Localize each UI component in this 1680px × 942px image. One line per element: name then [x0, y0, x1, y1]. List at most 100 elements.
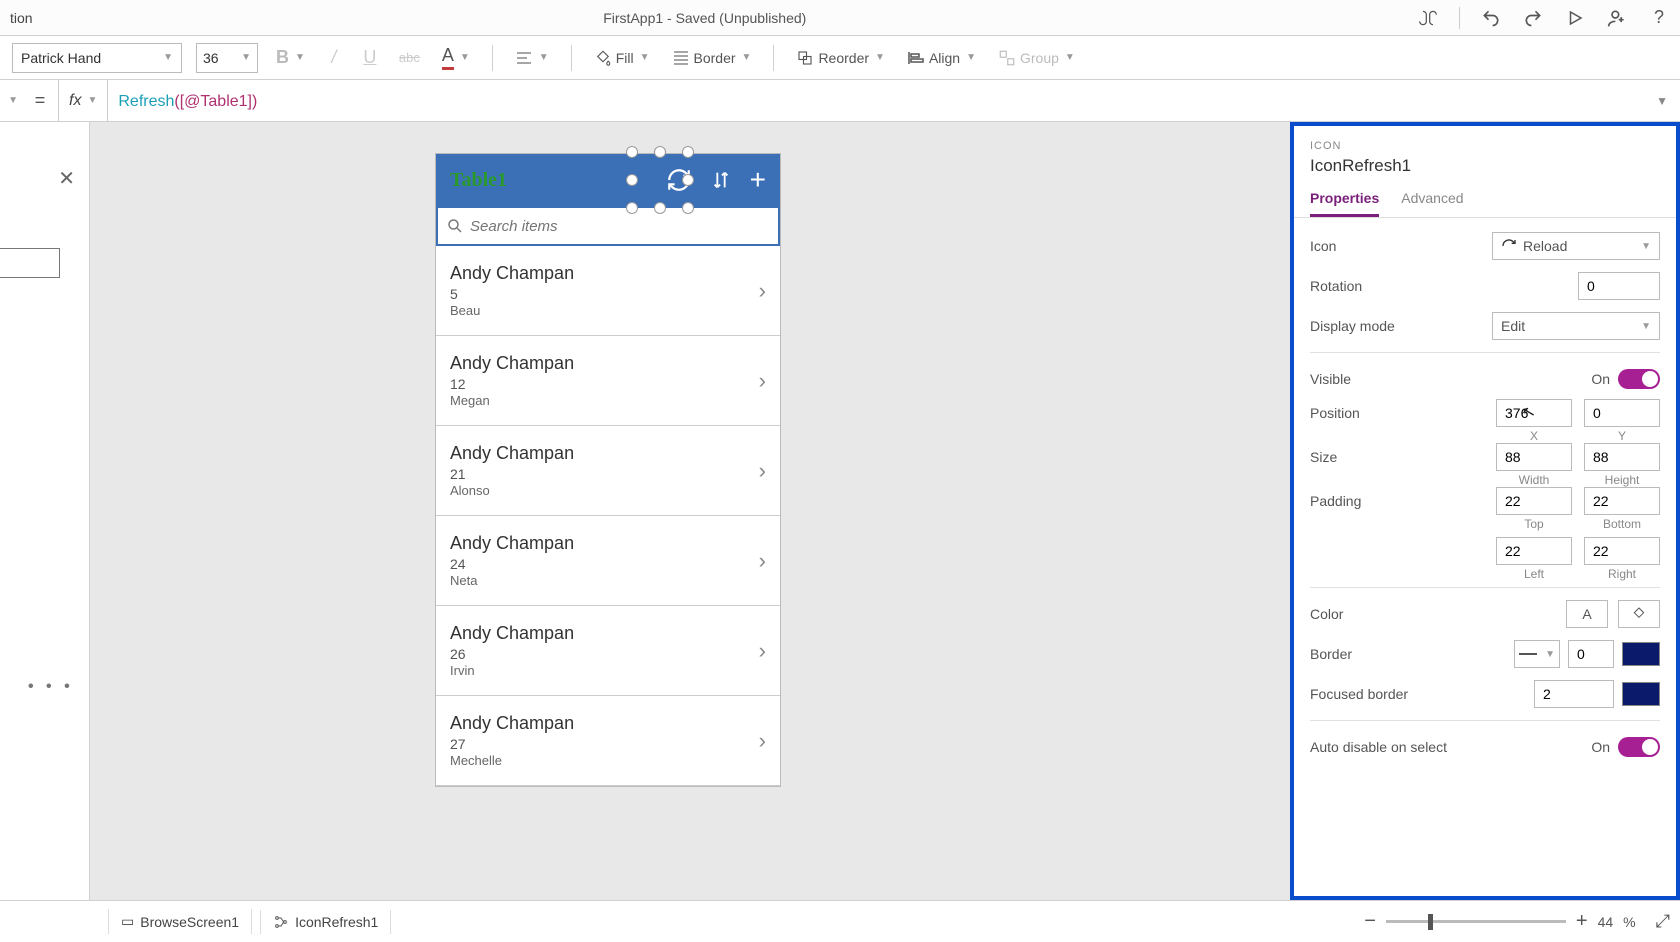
- list-item[interactable]: Andy Champan 21 Alonso ›: [436, 426, 780, 516]
- list-item[interactable]: Andy Champan 27 Mechelle ›: [436, 696, 780, 786]
- item-name: Megan: [450, 393, 574, 408]
- prop-autodisable-label: Auto disable on select: [1310, 739, 1447, 755]
- displaymode-dropdown[interactable]: Edit▼: [1492, 312, 1660, 340]
- list-item[interactable]: Andy Champan 12 Megan ›: [436, 336, 780, 426]
- zoom-in-button[interactable]: +: [1576, 910, 1588, 933]
- app-title: FirstApp1 - Saved (Unpublished): [33, 10, 1417, 26]
- list-item[interactable]: Andy Champan 24 Neta ›: [436, 516, 780, 606]
- strikethrough-button[interactable]: abc: [395, 43, 424, 73]
- item-number: 26: [450, 646, 574, 662]
- prop-rotation-label: Rotation: [1310, 278, 1362, 294]
- tab-advanced[interactable]: Advanced: [1401, 190, 1463, 217]
- icon-dropdown[interactable]: Reload ▼: [1492, 232, 1660, 260]
- reload-icon: [1501, 238, 1517, 254]
- font-dropdown[interactable]: Patrick Hand▼: [12, 43, 182, 73]
- icon-tree-icon: [273, 914, 289, 930]
- status-bar: ▭ BrowseScreen1 IconRefresh1 − + 44 % ⤢: [0, 900, 1680, 942]
- fit-screen-icon[interactable]: ⤢: [1656, 911, 1670, 932]
- align-button[interactable]: Align▼: [903, 43, 980, 73]
- share-icon[interactable]: [1606, 7, 1628, 29]
- app-checker-icon[interactable]: [1417, 7, 1439, 29]
- chevron-right-icon: ›: [759, 728, 766, 754]
- fx-button[interactable]: fx▼: [58, 80, 108, 121]
- autodisable-toggle[interactable]: [1618, 737, 1660, 757]
- play-icon[interactable]: [1564, 7, 1586, 29]
- formula-expand-icon[interactable]: ▼: [1656, 94, 1668, 108]
- left-pane: ✕ • • •: [0, 122, 90, 900]
- bold-button[interactable]: B▼: [272, 43, 309, 73]
- control-name: IconRefresh1: [1310, 156, 1660, 176]
- focusedborder-color-swatch[interactable]: [1622, 682, 1660, 706]
- breadcrumb-control[interactable]: IconRefresh1: [260, 910, 391, 934]
- breadcrumb-screen[interactable]: ▭ BrowseScreen1: [108, 909, 252, 934]
- item-title: Andy Champan: [450, 533, 574, 554]
- title-bar: tion FirstApp1 - Saved (Unpublished) ?: [0, 0, 1680, 36]
- leftpane-thumbnail[interactable]: [0, 248, 60, 278]
- position-x-input[interactable]: [1496, 399, 1572, 427]
- property-dropdown[interactable]: ▼: [8, 95, 22, 106]
- sort-icon[interactable]: [710, 169, 732, 191]
- visible-state: On: [1591, 371, 1610, 387]
- border-style-dropdown[interactable]: ▼: [1514, 640, 1560, 668]
- gallery-title: Table1: [450, 169, 507, 192]
- title-left-fragment: tion: [10, 10, 33, 26]
- fill-color-button[interactable]: [1618, 600, 1660, 628]
- prop-size-label: Size: [1310, 449, 1337, 465]
- control-kind: ICON: [1310, 140, 1660, 152]
- group-button[interactable]: Group▼: [994, 43, 1079, 73]
- search-row[interactable]: [436, 206, 780, 246]
- close-icon[interactable]: ✕: [58, 166, 75, 191]
- design-canvas[interactable]: Table1 +: [90, 122, 1290, 900]
- zoom-out-button[interactable]: −: [1364, 910, 1376, 933]
- undo-icon[interactable]: [1480, 7, 1502, 29]
- list-item[interactable]: Andy Champan 26 Irvin ›: [436, 606, 780, 696]
- item-title: Andy Champan: [450, 443, 574, 464]
- prop-visible-label: Visible: [1310, 371, 1351, 387]
- refresh-icon[interactable]: [666, 167, 692, 193]
- padding-right-input[interactable]: [1584, 537, 1660, 565]
- padding-top-input[interactable]: [1496, 487, 1572, 515]
- text-color-button[interactable]: A: [1566, 600, 1608, 628]
- size-width-input[interactable]: [1496, 443, 1572, 471]
- zoom-percent: 44: [1598, 914, 1614, 930]
- item-number: 24: [450, 556, 574, 572]
- formula-input[interactable]: Refresh([@Table1]): [108, 91, 1672, 111]
- redo-icon[interactable]: [1522, 7, 1544, 29]
- underline-button[interactable]: U: [359, 43, 381, 73]
- border-button[interactable]: Border▼: [668, 43, 756, 73]
- text-align-button[interactable]: ▼: [511, 43, 553, 73]
- italic-button[interactable]: /: [323, 43, 345, 73]
- fontsize-dropdown[interactable]: 36▼: [196, 43, 258, 73]
- autodisable-state: On: [1591, 739, 1610, 755]
- item-name: Alonso: [450, 483, 574, 498]
- padding-bottom-input[interactable]: [1584, 487, 1660, 515]
- border-color-swatch[interactable]: [1622, 642, 1660, 666]
- search-input[interactable]: [470, 218, 770, 235]
- size-height-input[interactable]: [1584, 443, 1660, 471]
- phone-preview: Table1 +: [436, 154, 780, 786]
- border-width-input[interactable]: [1568, 640, 1614, 668]
- visible-toggle[interactable]: [1618, 369, 1660, 389]
- tab-properties[interactable]: Properties: [1310, 190, 1379, 217]
- list-item[interactable]: Andy Champan 5 Beau ›: [436, 246, 780, 336]
- prop-focusedborder-label: Focused border: [1310, 686, 1408, 702]
- focusedborder-width-input[interactable]: [1534, 680, 1614, 708]
- overflow-icon[interactable]: • • •: [28, 678, 74, 696]
- padding-left-input[interactable]: [1496, 537, 1572, 565]
- font-value: Patrick Hand: [21, 50, 101, 66]
- reorder-button[interactable]: Reorder▼: [792, 43, 889, 73]
- font-color-button[interactable]: A▼: [438, 43, 474, 73]
- rotation-input[interactable]: [1578, 272, 1660, 300]
- chevron-right-icon: ›: [759, 368, 766, 394]
- zoom-slider[interactable]: [1386, 920, 1566, 923]
- item-name: Neta: [450, 573, 574, 588]
- item-name: Irvin: [450, 663, 574, 678]
- add-icon[interactable]: +: [750, 164, 766, 196]
- position-y-input[interactable]: [1584, 399, 1660, 427]
- chevron-right-icon: ›: [759, 548, 766, 574]
- item-number: 12: [450, 376, 574, 392]
- fill-button[interactable]: Fill▼: [590, 43, 654, 73]
- properties-pane: ICON IconRefresh1 Properties Advanced ↖ …: [1290, 122, 1680, 900]
- help-icon[interactable]: ?: [1648, 7, 1670, 29]
- formula-bar: ▼ = fx▼ Refresh([@Table1]) ▼: [0, 80, 1680, 122]
